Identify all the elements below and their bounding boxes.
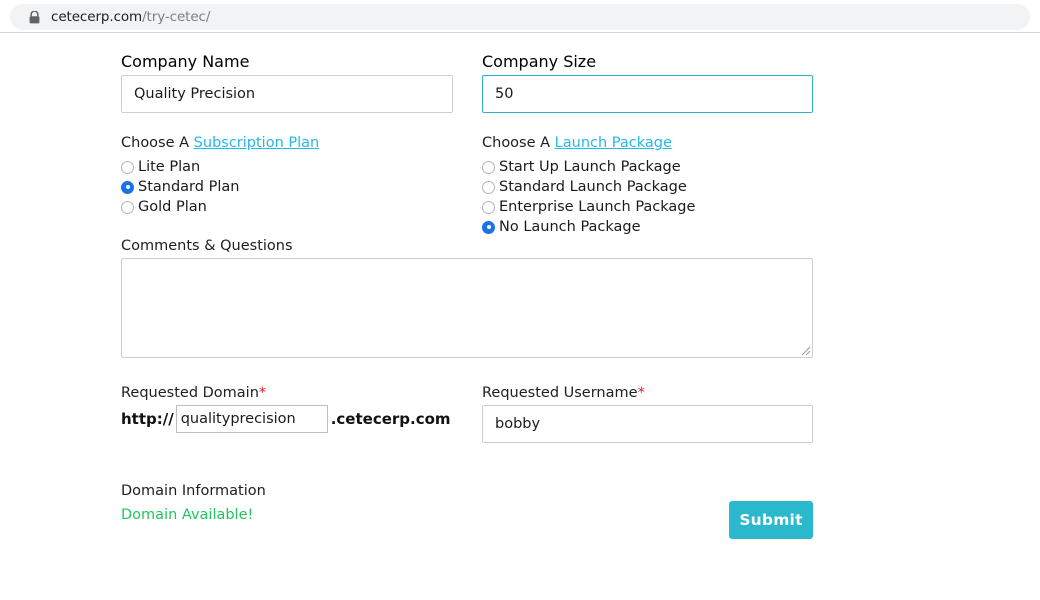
subscription-plan-link[interactable]: Subscription Plan: [194, 135, 320, 151]
radio-icon[interactable]: [121, 160, 134, 174]
radio-label: Standard Plan: [138, 179, 240, 195]
radio-icon[interactable]: [121, 200, 134, 214]
requested-domain-label: Requested Domain*: [121, 382, 266, 402]
subscription-plan-radio-group: Lite Plan Standard Plan Gold Plan: [121, 157, 239, 217]
domain-information-label: Domain Information: [121, 483, 266, 499]
radio-label: Standard Launch Package: [499, 179, 687, 195]
comments-textarea[interactable]: [121, 258, 813, 358]
launch-package-link[interactable]: Launch Package: [555, 135, 672, 151]
radio-option-enterprise-launch-package[interactable]: Enterprise Launch Package: [482, 197, 695, 217]
requested-username-label: Requested Username*: [482, 382, 645, 402]
radio-option-lite-plan[interactable]: Lite Plan: [121, 157, 239, 177]
launch-package-prefix: Choose A: [482, 135, 555, 151]
radio-option-no-launch-package[interactable]: No Launch Package: [482, 217, 695, 237]
requested-domain-row: http:// .cetecerp.com: [121, 405, 451, 433]
lock-icon: [29, 10, 40, 23]
launch-package-radio-group: Start Up Launch Package Standard Launch …: [482, 157, 695, 237]
radio-label: Enterprise Launch Package: [499, 199, 696, 215]
url-path: /try-cetec/: [142, 9, 211, 25]
subscription-plan-heading: Choose A Subscription Plan: [121, 132, 319, 152]
subscription-plan-prefix: Choose A: [121, 135, 194, 151]
required-asterisk: *: [258, 385, 267, 401]
domain-protocol-prefix: http://: [121, 410, 174, 428]
radio-option-gold-plan[interactable]: Gold Plan: [121, 197, 239, 217]
company-size-input[interactable]: [482, 75, 813, 113]
requested-username-label-text: Requested Username: [482, 385, 638, 401]
radio-icon[interactable]: [482, 200, 495, 214]
company-name-label: Company Name: [121, 52, 250, 71]
submit-button[interactable]: Submit: [729, 501, 813, 539]
requested-domain-label-text: Requested Domain: [121, 385, 259, 401]
radio-label: Lite Plan: [138, 159, 201, 175]
launch-package-heading: Choose A Launch Package: [482, 132, 672, 152]
domain-availability-status: Domain Available!: [121, 507, 254, 523]
radio-icon[interactable]: [482, 180, 495, 194]
radio-option-standard-plan[interactable]: Standard Plan: [121, 177, 239, 197]
radio-option-standard-launch-package[interactable]: Standard Launch Package: [482, 177, 695, 197]
radio-icon[interactable]: [482, 160, 495, 174]
company-size-label: Company Size: [482, 52, 597, 71]
required-asterisk: *: [637, 385, 645, 401]
company-name-input[interactable]: [121, 75, 453, 113]
page-content: Company Name Company Size Choose A Subsc…: [0, 33, 1040, 600]
requested-domain-input[interactable]: [175, 405, 328, 433]
browser-toolbar: cetecerp.com/try-cetec/: [0, 0, 1040, 33]
url-text: cetecerp.com/try-cetec/: [51, 9, 210, 25]
radio-option-start-up-launch-package[interactable]: Start Up Launch Package: [482, 157, 695, 177]
url-host: cetecerp.com: [51, 9, 143, 25]
radio-label: No Launch Package: [499, 219, 641, 235]
requested-username-input[interactable]: [482, 405, 813, 443]
comments-label: Comments & Questions: [121, 238, 293, 254]
radio-icon-selected[interactable]: [121, 180, 134, 194]
address-bar[interactable]: cetecerp.com/try-cetec/: [10, 4, 1030, 30]
radio-icon-selected[interactable]: [482, 220, 495, 234]
radio-label: Gold Plan: [138, 199, 207, 215]
radio-label: Start Up Launch Package: [499, 159, 681, 175]
domain-suffix: .cetecerp.com: [330, 410, 451, 428]
